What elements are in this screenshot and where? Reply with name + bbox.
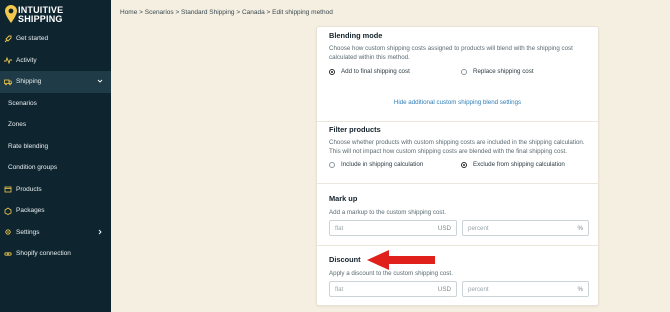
sidebar-item-label: Get started bbox=[16, 35, 49, 43]
percent-suffix: % bbox=[577, 285, 583, 293]
currency-suffix: USD bbox=[437, 285, 451, 293]
discount-flat-input[interactable]: flat USD bbox=[329, 281, 457, 297]
radio-unchecked-icon bbox=[329, 161, 335, 168]
sidebar-nav: Get started Activity Shipping Scenarios … bbox=[0, 28, 111, 265]
sidebar-item-label: Shipping bbox=[16, 78, 42, 86]
sidebar-item-label: Products bbox=[16, 185, 42, 193]
radio-replace-cost[interactable]: Replace shipping cost bbox=[461, 68, 534, 75]
radio-label: Add to final shipping cost bbox=[341, 68, 410, 75]
rocket-icon bbox=[4, 35, 12, 43]
sidebar-item-get-started[interactable]: Get started bbox=[0, 28, 111, 50]
chevron-down-icon bbox=[97, 78, 103, 84]
section-title: Discount bbox=[329, 255, 361, 264]
sidebar-item-zones[interactable]: Zones bbox=[0, 114, 111, 136]
sidebar-item-activity[interactable]: Activity bbox=[0, 50, 111, 72]
section-description: Add a markup to the custom shipping cost… bbox=[329, 209, 446, 216]
package-icon bbox=[4, 207, 12, 215]
input-placeholder: flat bbox=[335, 285, 344, 293]
brand-logo[interactable]: INTUITIVE SHIPPING bbox=[5, 4, 105, 28]
radio-label: Exclude from shipping calculation bbox=[473, 161, 565, 168]
breadcrumb[interactable]: Home > Scenarios > Standard Shipping > C… bbox=[120, 9, 333, 16]
gear-icon bbox=[4, 228, 12, 236]
sidebar-item-rate-blending[interactable]: Rate blending bbox=[0, 136, 111, 158]
radio-add-to-final[interactable]: Add to final shipping cost bbox=[329, 68, 410, 75]
section-description: Choose how custom shipping costs assigne… bbox=[329, 45, 573, 61]
activity-icon bbox=[4, 56, 12, 65]
radio-unchecked-icon bbox=[461, 68, 467, 75]
radio-label: Include in shipping calculation bbox=[341, 161, 424, 168]
annotation-arrow-icon bbox=[367, 249, 435, 271]
brand-word-2: SHIPPING bbox=[18, 14, 63, 24]
currency-suffix: USD bbox=[437, 224, 451, 232]
sidebar-item-label: Zones bbox=[8, 121, 27, 129]
markup-section: Mark up Add a markup to the custom shipp… bbox=[317, 183, 598, 246]
sidebar-item-products[interactable]: Products bbox=[0, 179, 111, 201]
chevron-right-icon bbox=[97, 229, 103, 235]
link-icon bbox=[4, 250, 12, 258]
radio-exclude[interactable]: Exclude from shipping calculation bbox=[461, 161, 565, 168]
input-placeholder: percent bbox=[468, 224, 489, 232]
percent-suffix: % bbox=[577, 224, 583, 232]
location-pin-icon bbox=[5, 5, 17, 23]
input-placeholder: flat bbox=[335, 224, 344, 232]
sidebar-item-shipping[interactable]: Shipping bbox=[0, 71, 111, 93]
radio-checked-icon bbox=[329, 68, 335, 75]
input-placeholder: percent bbox=[468, 285, 489, 293]
sidebar-item-label: Condition groups bbox=[8, 164, 58, 172]
radio-label: Replace shipping cost bbox=[473, 68, 534, 75]
sidebar-item-packages[interactable]: Packages bbox=[0, 200, 111, 222]
sidebar: INTUITIVE SHIPPING Get started Activity … bbox=[0, 0, 111, 312]
truck-icon bbox=[4, 78, 12, 86]
radio-include[interactable]: Include in shipping calculation bbox=[329, 161, 423, 168]
sidebar-item-label: Shopify connection bbox=[16, 250, 71, 258]
radio-checked-icon bbox=[461, 161, 467, 168]
filter-products-section: Filter products Choose whether products … bbox=[317, 121, 598, 184]
sidebar-item-shopify-connection[interactable]: Shopify connection bbox=[0, 243, 111, 265]
sidebar-item-scenarios[interactable]: Scenarios bbox=[0, 93, 111, 115]
sidebar-item-label: Activity bbox=[16, 56, 37, 64]
settings-card: Blending mode Choose how custom shipping… bbox=[316, 26, 599, 306]
section-title: Mark up bbox=[329, 194, 358, 203]
discount-percent-input[interactable]: percent % bbox=[462, 281, 589, 297]
box-icon bbox=[4, 185, 12, 193]
sidebar-item-label: Settings bbox=[16, 228, 40, 236]
sidebar-item-label: Rate blending bbox=[8, 142, 49, 150]
sidebar-item-label: Packages bbox=[16, 207, 45, 215]
markup-percent-input[interactable]: percent % bbox=[462, 220, 589, 236]
section-title: Filter products bbox=[329, 125, 381, 134]
markup-flat-input[interactable]: flat USD bbox=[329, 220, 457, 236]
hide-blend-settings-link[interactable]: Hide additional custom shipping blend se… bbox=[317, 99, 598, 106]
sidebar-item-settings[interactable]: Settings bbox=[0, 222, 111, 244]
section-title: Blending mode bbox=[329, 31, 383, 40]
blending-mode-section: Blending mode Choose how custom shipping… bbox=[317, 27, 598, 122]
sidebar-item-condition-groups[interactable]: Condition groups bbox=[0, 157, 111, 179]
sidebar-item-label: Scenarios bbox=[8, 99, 37, 107]
discount-section: Discount Apply a discount to the custom … bbox=[317, 245, 598, 305]
section-description: Choose whether products with custom ship… bbox=[329, 139, 585, 155]
